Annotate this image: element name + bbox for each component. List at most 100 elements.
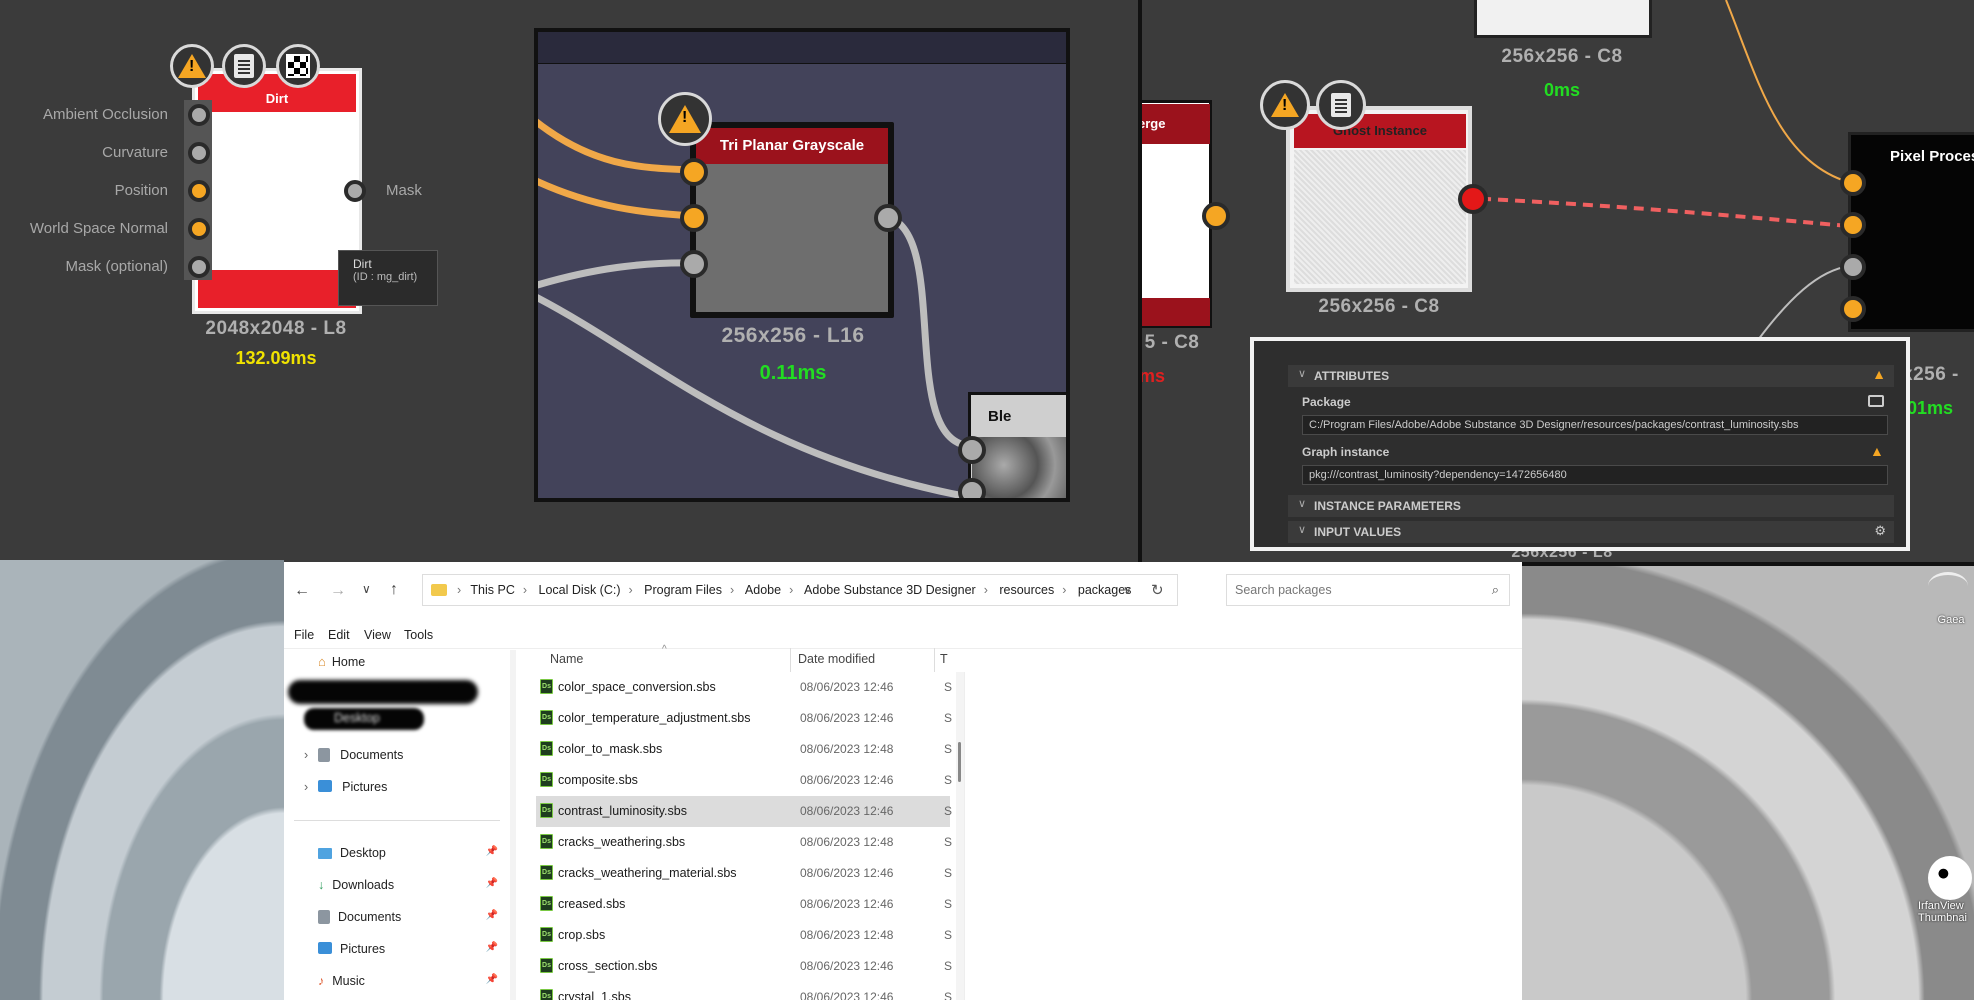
breadcrumb-program-files[interactable]: Program Files	[644, 583, 722, 597]
input-values-header[interactable]: ∨ INPUT VALUES ⚙	[1288, 521, 1894, 543]
input-port-curvature[interactable]	[188, 142, 210, 164]
input-port-mask-optional[interactable]	[188, 256, 210, 278]
file-row[interactable]: Ds crystal_1.sbs 08/06/2023 12:46 S	[536, 982, 952, 1000]
file-date: 08/06/2023 12:46	[800, 990, 894, 1000]
quick-access-desktop[interactable]: Desktop 📌	[318, 846, 498, 860]
graph-instance-field[interactable]: pkg:///contrast_luminosity?dependency=14…	[1302, 465, 1888, 485]
file-date: 08/06/2023 12:46	[800, 804, 894, 818]
file-explorer-window[interactable]: ← → ∨ ↑ › This PC › Local Disk (C:) › Prog…	[284, 562, 1522, 1000]
warning-icon[interactable]	[658, 92, 712, 146]
input-port-3[interactable]	[680, 250, 708, 278]
attributes-header[interactable]: ∨ ATTRIBUTES ▲	[1288, 365, 1894, 387]
folder-icon[interactable]	[1868, 395, 1884, 407]
attributes-panel[interactable]: ∨ ATTRIBUTES ▲ Package C:/Program Files/…	[1250, 337, 1910, 551]
file-row[interactable]: Ds color_temperature_adjustment.sbs 08/06/…	[536, 703, 952, 734]
input-port-1[interactable]	[680, 158, 708, 186]
nav-account-redacted[interactable]: Patrick Ward - Personal	[288, 680, 478, 704]
menu-edit[interactable]: Edit	[328, 628, 350, 642]
nav-desktop-tree[interactable]: Desktop	[304, 708, 424, 730]
output-port[interactable]	[874, 204, 902, 232]
input-port-ambient-occlusion[interactable]	[188, 104, 210, 126]
file-row[interactable]: Ds cracks_weathering_material.sbs 08/06/20…	[536, 858, 952, 889]
pixel-input-port-1[interactable]	[1840, 170, 1866, 196]
top-node-preview[interactable]	[1474, 0, 1652, 38]
column-header-name[interactable]: Name	[550, 652, 583, 666]
file-row[interactable]: Ds color_to_mask.sbs 08/06/2023 12:48 S	[536, 734, 952, 765]
quick-access-downloads[interactable]: ↓ Downloads 📌	[318, 878, 498, 892]
pin-icon[interactable]: 📌	[486, 942, 498, 953]
input-port-2[interactable]	[680, 204, 708, 232]
file-row[interactable]: Ds crop.sbs 08/06/2023 12:48 S	[536, 920, 952, 951]
nav-documents-tree-label: Documents	[340, 748, 404, 762]
back-button[interactable]: ←	[294, 582, 310, 600]
pixel-input-port-4[interactable]	[1840, 296, 1866, 322]
merge-resolution: 5 - C8	[1144, 332, 1200, 353]
breadcrumb-this-pc[interactable]: This PC	[470, 583, 514, 597]
pin-icon[interactable]: 📌	[486, 974, 498, 985]
pixel-input-port-2[interactable]	[1840, 212, 1866, 238]
document-icon[interactable]	[1316, 80, 1366, 130]
checker-icon[interactable]	[276, 44, 320, 88]
address-bar[interactable]: › This PC › Local Disk (C:) › Program File…	[422, 574, 1178, 606]
menu-file[interactable]: File	[294, 628, 314, 642]
package-path-field[interactable]: C:/Program Files/Adobe/Adobe Substance 3…	[1302, 415, 1888, 435]
sbs-file-icon: Ds	[540, 989, 553, 1000]
nav-pictures-tree[interactable]: › Pictures	[304, 780, 387, 794]
column-header-date[interactable]: Date modified	[798, 652, 875, 666]
warning-icon[interactable]	[170, 44, 214, 88]
desktop-icon-gaea[interactable]: Gaea	[1928, 572, 1974, 632]
breadcrumb-local-disk[interactable]: Local Disk (C:)	[539, 583, 621, 597]
forward-button[interactable]: →	[330, 582, 346, 600]
warning-icon[interactable]	[1260, 80, 1310, 130]
file-list-scrollbar[interactable]	[956, 672, 964, 1000]
input-port-position[interactable]	[188, 180, 210, 202]
menu-tools[interactable]: Tools	[404, 628, 433, 642]
document-icon[interactable]	[222, 44, 266, 88]
nav-scrollbar[interactable]	[510, 650, 516, 1000]
menu-view[interactable]: View	[364, 628, 391, 642]
instance-parameters-header[interactable]: ∨ INSTANCE PARAMETERS	[1288, 495, 1894, 517]
path-separator: ›	[457, 583, 462, 597]
column-divider[interactable]	[934, 648, 935, 672]
quick-access-pictures[interactable]: Pictures 📌	[318, 942, 498, 956]
sbs-file-icon: Ds	[540, 772, 553, 787]
column-header-type[interactable]: T	[940, 652, 948, 666]
nav-documents-tree[interactable]: › Documents	[304, 748, 403, 762]
gear-icon[interactable]: ⚙	[1874, 523, 1886, 539]
ghost-output-port[interactable]	[1458, 184, 1488, 214]
desktop-wallpaper-left	[0, 560, 284, 1000]
pin-icon[interactable]: 📌	[486, 910, 498, 921]
file-row[interactable]: Ds cross_section.sbs 08/06/2023 12:46 S	[536, 951, 952, 982]
file-list-scrollbar-thumb[interactable]	[958, 742, 961, 782]
merge-output-port[interactable]	[1202, 202, 1230, 230]
file-row[interactable]: Ds creased.sbs 08/06/2023 12:46 S	[536, 889, 952, 920]
recent-dropdown-button[interactable]: ∨	[362, 582, 371, 596]
file-row[interactable]: Ds color_space_conversion.sbs 08/06/2023 1…	[536, 672, 953, 703]
chevron-right-icon[interactable]: ›	[304, 748, 308, 762]
breadcrumb-adobe[interactable]: Adobe	[745, 583, 781, 597]
pixel-input-port-3[interactable]	[1840, 254, 1866, 280]
blend-input-port-1[interactable]	[958, 436, 986, 464]
chevron-down-icon[interactable]: ∨	[1123, 583, 1132, 597]
desktop-icon-irfanview[interactable]: IrfanView Thumbnai	[1918, 856, 1974, 936]
column-divider[interactable]	[790, 648, 791, 672]
breadcrumb-resources[interactable]: resources	[999, 583, 1054, 597]
file-row[interactable]: Ds cracks_weathering.sbs 08/06/2023 12:48 S	[536, 827, 952, 858]
blend-input-port-2[interactable]	[958, 478, 986, 498]
pin-icon[interactable]: 📌	[486, 846, 498, 857]
search-input[interactable]: Search packages ⌕	[1226, 574, 1510, 606]
nav-home[interactable]: ⌂ Home	[318, 654, 365, 669]
output-port-mask[interactable]	[344, 180, 366, 202]
file-row[interactable]: Ds composite.sbs 08/06/2023 12:46 S	[536, 765, 952, 796]
refresh-icon[interactable]: ↻	[1151, 581, 1164, 599]
file-row-selected[interactable]: Ds contrast_luminosity.sbs 08/06/2023 12:4…	[536, 796, 952, 827]
file-type: S	[944, 680, 953, 694]
quick-access-documents[interactable]: Documents 📌	[318, 910, 498, 924]
quick-access-music[interactable]: ♪ Music 📌	[318, 974, 498, 988]
input-port-world-space-normal[interactable]	[188, 218, 210, 240]
breadcrumb-substance-designer[interactable]: Adobe Substance 3D Designer	[804, 583, 976, 597]
chevron-right-icon[interactable]: ›	[304, 780, 308, 794]
pin-icon[interactable]: 📌	[486, 878, 498, 889]
graph-view-window[interactable]: Tri Planar Grayscale 256x256 - L16 0.11m…	[534, 28, 1070, 502]
up-button[interactable]: ↑	[390, 581, 398, 599]
